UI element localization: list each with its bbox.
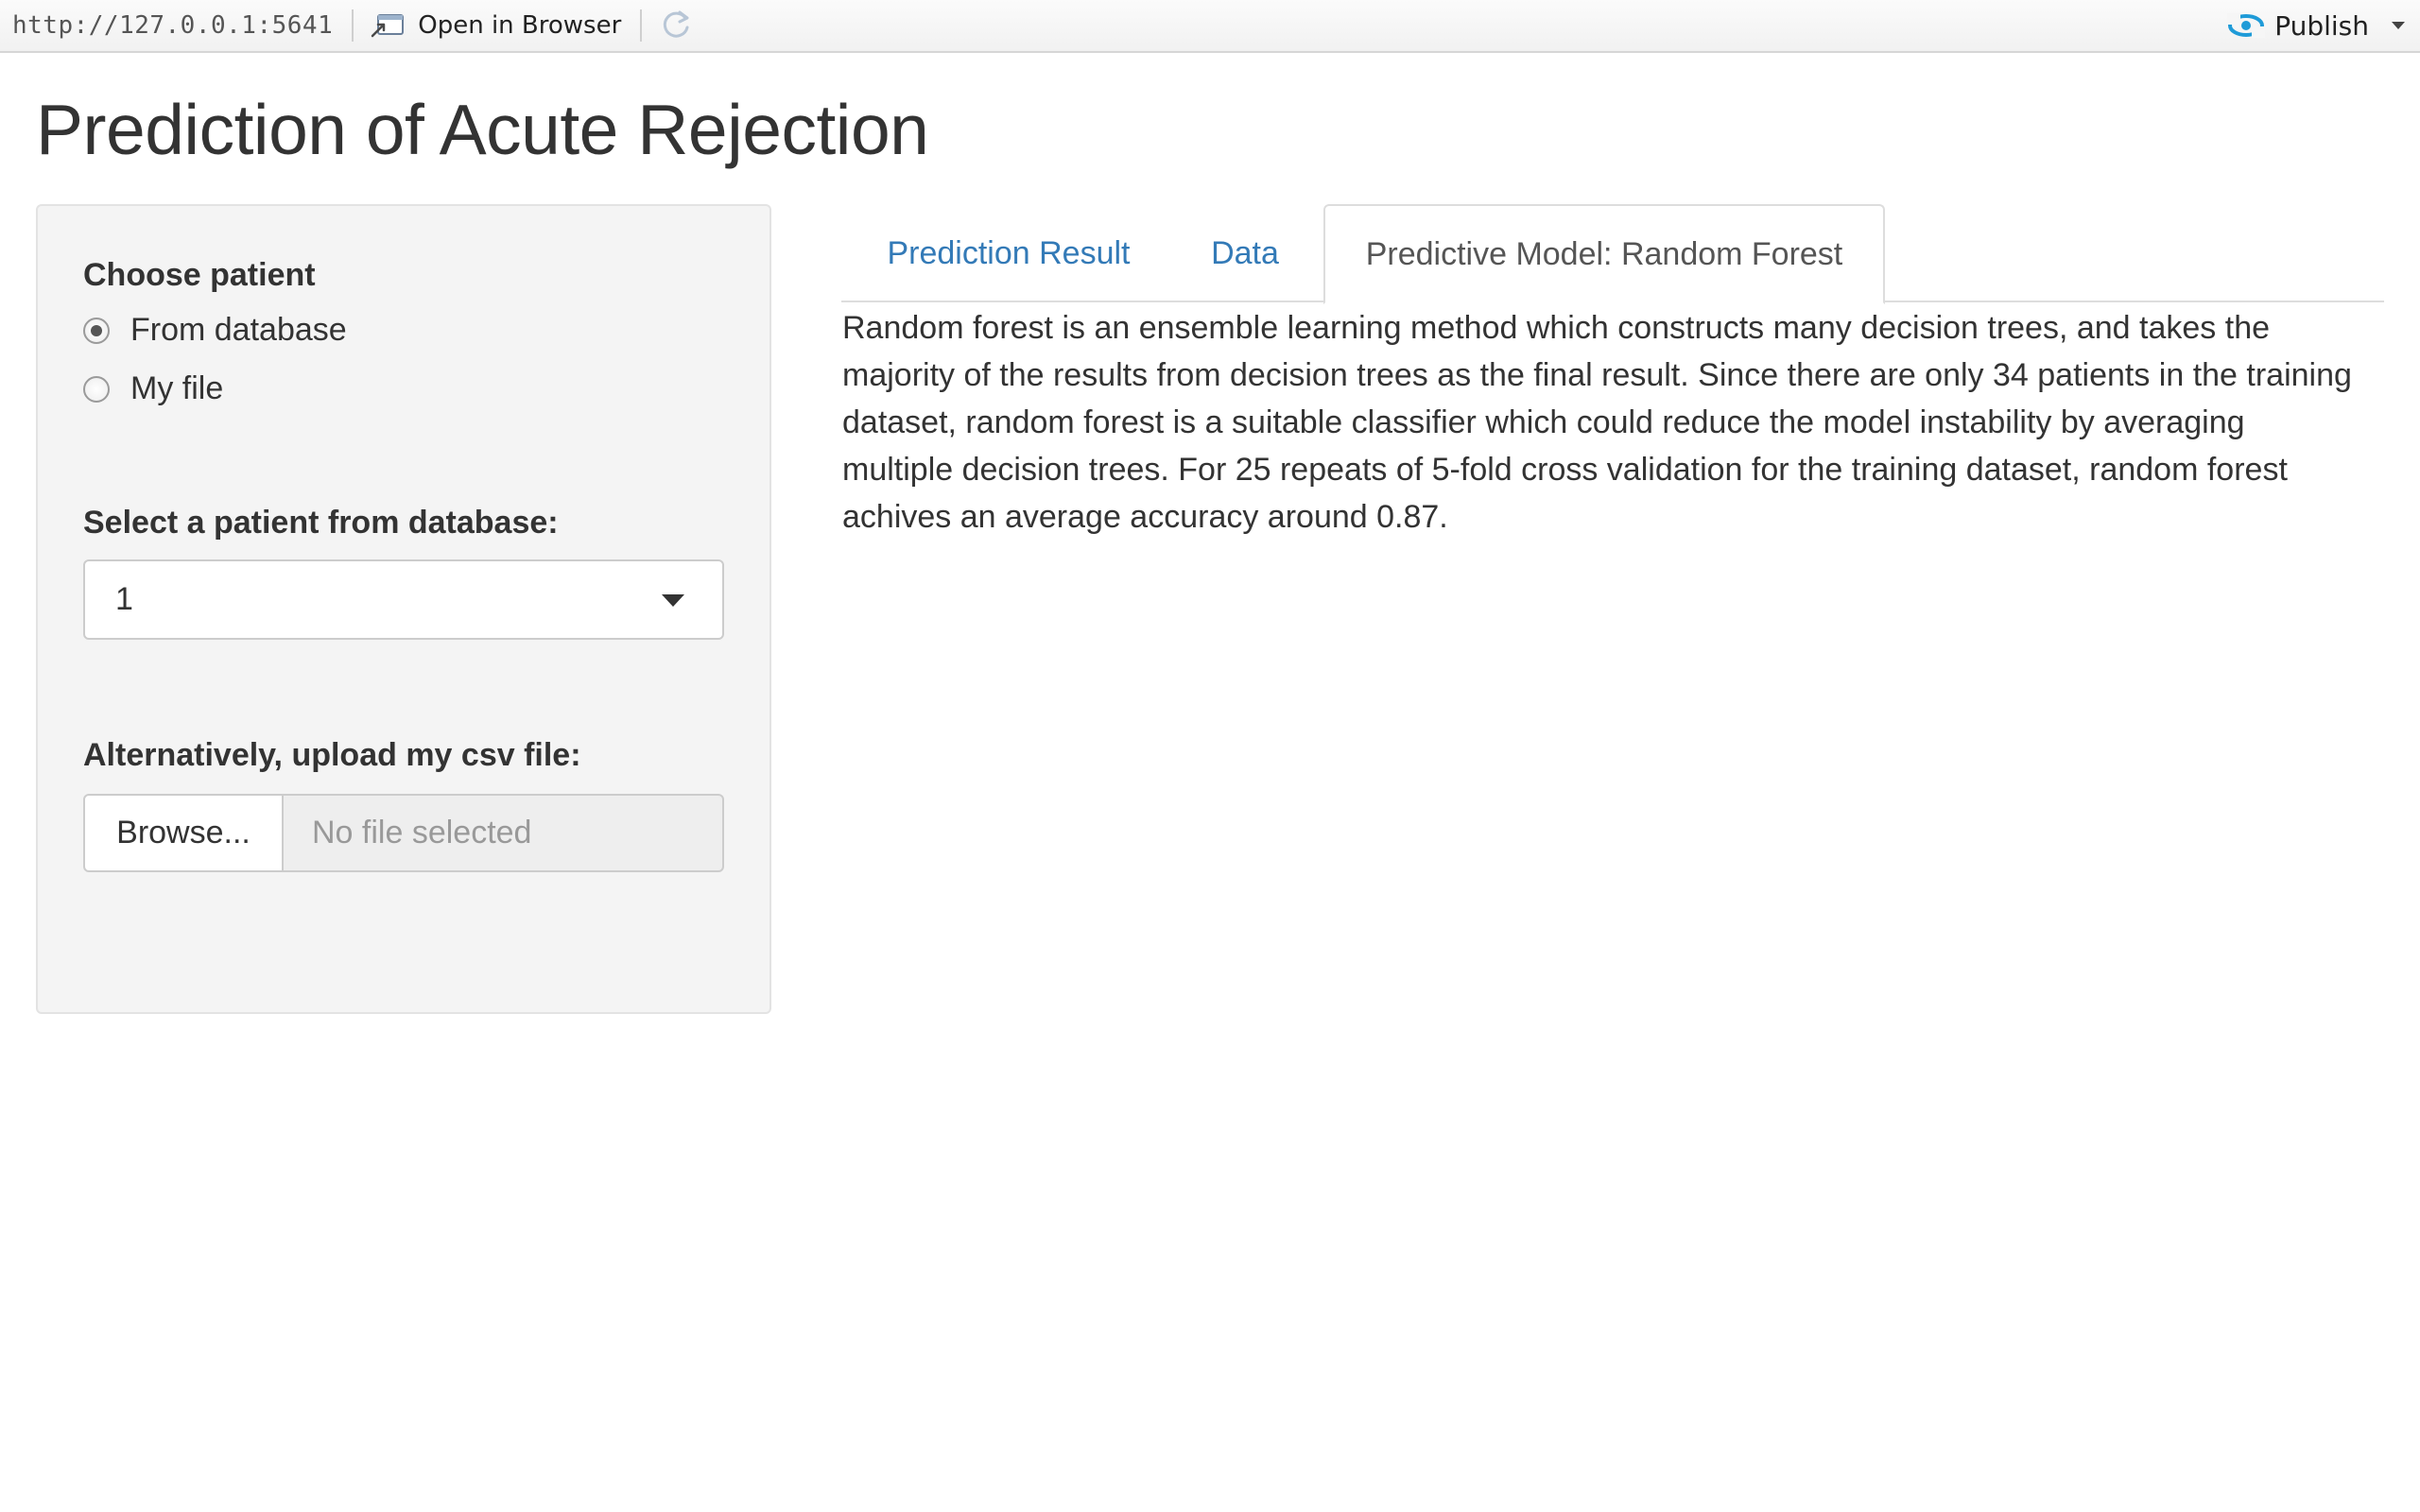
model-description: Random forest is an ensemble learning me… xyxy=(842,310,2352,535)
browse-button[interactable]: Browse... xyxy=(83,794,284,872)
toolbar-divider xyxy=(640,9,643,42)
open-in-browser-icon xyxy=(371,14,405,38)
radio-button-checked[interactable] xyxy=(83,317,110,344)
patient-select-value: 1 xyxy=(115,581,133,617)
open-in-browser-button[interactable]: Open in Browser xyxy=(371,11,621,40)
chevron-down-icon[interactable] xyxy=(2390,20,2407,31)
file-upload: Browse... No file selected xyxy=(83,794,724,872)
patient-select[interactable]: 1 xyxy=(83,559,724,640)
file-name-field: No file selected xyxy=(284,794,724,872)
radio-label: My file xyxy=(130,370,224,406)
chevron-down-icon xyxy=(662,594,684,607)
radio-label: From database xyxy=(130,312,347,348)
choose-patient-label: Choose patient xyxy=(83,257,316,293)
tab-data[interactable]: Data xyxy=(1176,204,1314,302)
select-patient-label: Select a patient from database: xyxy=(83,505,559,541)
refresh-icon[interactable] xyxy=(657,7,695,44)
tab-prediction-result[interactable]: Prediction Result xyxy=(841,204,1176,302)
upload-label: Alternatively, upload my csv file: xyxy=(83,737,581,773)
publish-label: Publish xyxy=(2274,9,2369,42)
viewer-toolbar: http://127.0.0.1:5641 Open in Browser Pu… xyxy=(0,0,2420,53)
tab-bar: Prediction Result Data Predictive Model:… xyxy=(841,204,2384,304)
page-title: Prediction of Acute Rejection xyxy=(36,90,929,169)
url-display: http://127.0.0.1:5641 xyxy=(12,11,334,40)
radio-from-database[interactable]: From database xyxy=(83,312,347,349)
sidebar-panel: Choose patient From database My file Sel… xyxy=(36,204,771,1014)
radio-button[interactable] xyxy=(83,375,110,403)
publish-icon xyxy=(2227,13,2266,38)
toolbar-divider xyxy=(352,9,354,42)
tab-predictive-model[interactable]: Predictive Model: Random Forest xyxy=(1323,204,1885,304)
radio-my-file[interactable]: My file xyxy=(83,370,223,407)
publish-button[interactable]: Publish xyxy=(2227,9,2407,42)
open-in-browser-label: Open in Browser xyxy=(418,11,622,40)
